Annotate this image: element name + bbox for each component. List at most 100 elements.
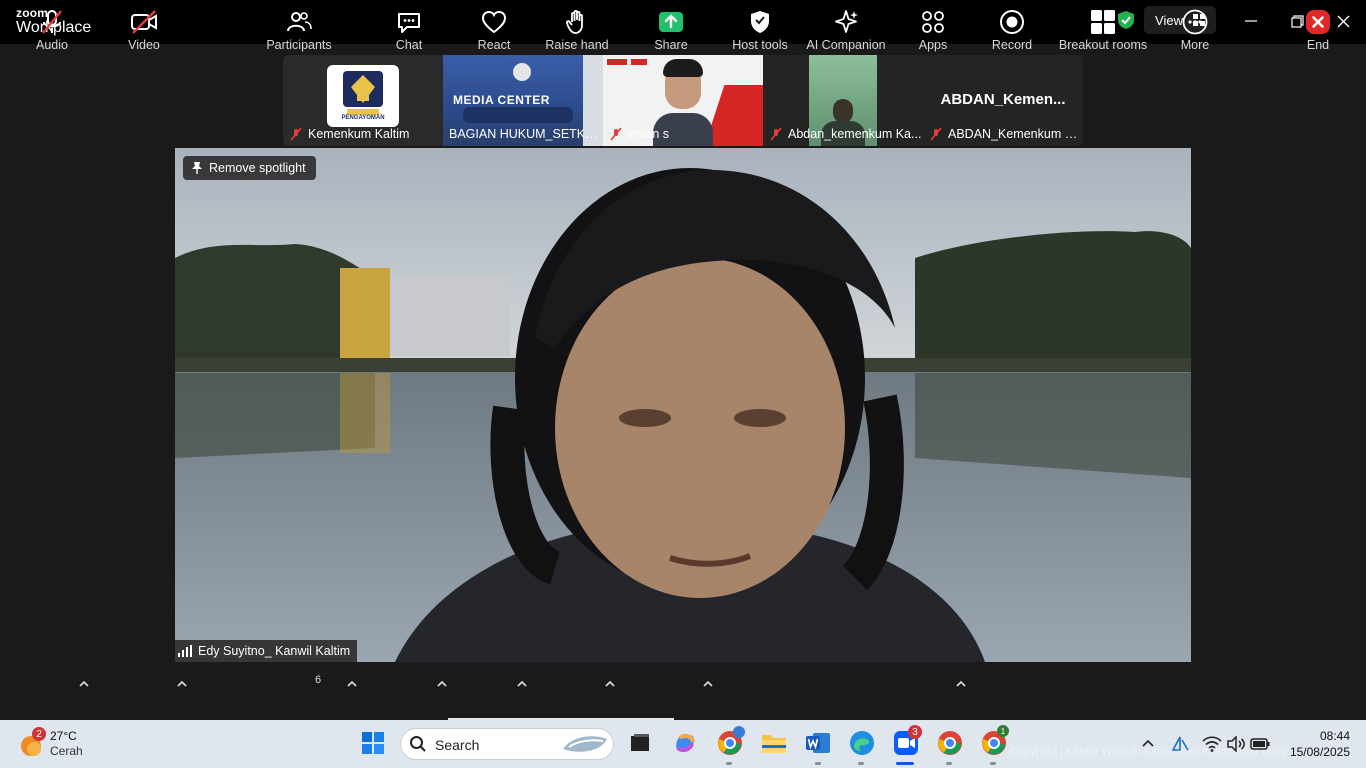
thumb-name: ABDAN_Kemenkum K...: [948, 127, 1083, 141]
spotlight-video[interactable]: Remove spotlight Edy Suyitno_ Kanwil Kal…: [175, 148, 1191, 662]
chrome-profile-badge: [733, 726, 745, 738]
ai-sparkle-icon: [835, 10, 858, 33]
search-placeholder: Search: [435, 737, 480, 753]
breakout-label: Breakout rooms: [1058, 38, 1148, 52]
video-button[interactable]: Video: [126, 8, 162, 52]
video-off-name: ABDAN_Kemen...: [940, 91, 1066, 108]
share-button[interactable]: Share: [652, 8, 690, 52]
end-meeting-button[interactable]: End: [1300, 8, 1336, 52]
meeting-toolbar: [0, 662, 1366, 720]
ministry-logo: PENGAYOMAN: [327, 65, 399, 127]
participants-label: Participants: [266, 38, 332, 52]
host-tools-label: Host tools: [732, 38, 788, 52]
thumb-label: Kemenkum Kaltim: [283, 122, 443, 146]
share-options-caret-icon[interactable]: [702, 678, 714, 690]
ai-companion-button[interactable]: AI Companion: [806, 8, 886, 52]
video-off-icon: [131, 10, 157, 34]
chat-button[interactable]: Chat: [390, 8, 428, 52]
ai-companion-label: AI Companion: [806, 38, 886, 52]
participants-button[interactable]: Participants: [264, 8, 334, 52]
running-indicator: [990, 762, 996, 765]
breakout-rooms-button[interactable]: Breakout rooms: [1058, 8, 1148, 52]
muted-mic-icon: [610, 127, 622, 141]
thumb-name: Kemenkum Kaltim: [308, 127, 410, 141]
mic-muted-icon: [42, 10, 62, 34]
edge-button[interactable]: [847, 728, 877, 758]
search-highlight-icon: [563, 736, 607, 752]
spotlight-name-tag: Edy Suyitno_ Kanwil Kaltim: [175, 640, 358, 662]
chrome-icon: [938, 731, 962, 755]
chrome-button[interactable]: [935, 728, 965, 758]
windows-taskbar: 2 27°C Cerah Search 3 1 Copyright | Kant…: [0, 720, 1366, 768]
edge-icon: [850, 731, 874, 755]
battery-icon[interactable]: [1250, 737, 1270, 751]
clock-date: 15/08/2025: [1289, 745, 1350, 759]
word-button[interactable]: [803, 728, 833, 758]
record-button[interactable]: Record: [990, 8, 1034, 52]
video-options-caret-icon[interactable]: [176, 678, 188, 690]
clock-time: 08:44: [1319, 729, 1350, 743]
system-clock[interactable]: 08:44 15/08/2025: [1286, 728, 1350, 760]
thumb-name: Abdan_kemenkum Ka...: [788, 127, 922, 141]
react-options-caret-icon[interactable]: [516, 678, 528, 690]
chat-label: Chat: [395, 38, 423, 52]
taskbar-search[interactable]: Search: [400, 728, 614, 760]
chrome-second-button[interactable]: 1: [979, 725, 1009, 758]
chevron-up-icon[interactable]: [1141, 737, 1155, 751]
start-button[interactable]: [358, 728, 388, 758]
end-icon: [1306, 10, 1330, 34]
breakout-rooms-icon: [1091, 10, 1115, 34]
windows-logo-icon: [362, 732, 384, 754]
audio-options-caret-icon[interactable]: [78, 678, 90, 690]
react-button[interactable]: React: [474, 8, 514, 52]
audio-label: Audio: [36, 38, 68, 52]
folder-icon: [762, 735, 786, 753]
signal-strength-icon: [178, 645, 192, 657]
volume-icon[interactable]: [1226, 736, 1246, 752]
participant-thumbnail[interactable]: PENGAYOMAN Kemenkum Kaltim: [283, 55, 443, 146]
file-explorer-button[interactable]: [759, 728, 789, 758]
muted-mic-icon: [930, 127, 942, 141]
participants-options-caret-icon[interactable]: [346, 678, 358, 690]
minimize-button[interactable]: [1238, 9, 1264, 33]
heart-icon: [481, 10, 507, 34]
wifi-icon[interactable]: [1202, 736, 1222, 752]
copilot-button[interactable]: [670, 728, 700, 758]
raise-hand-options-caret-icon[interactable]: [604, 678, 616, 690]
weather-condition: Cerah: [50, 744, 83, 758]
participant-thumbnail[interactable]: MEDIA CENTER BAGIAN HUKUM_SETKA...: [443, 55, 603, 146]
share-screen-icon: [659, 12, 683, 32]
host-tools-button[interactable]: Host tools: [730, 8, 790, 52]
apps-label: Apps: [918, 38, 948, 52]
task-view-icon: [631, 734, 649, 751]
running-indicator: [858, 762, 864, 765]
raise-hand-button[interactable]: Raise hand: [545, 8, 609, 52]
location-icon[interactable]: [1170, 735, 1190, 753]
host-shield-icon: [751, 11, 769, 33]
zoom-taskbar-button[interactable]: 3: [891, 725, 922, 758]
react-label: React: [477, 38, 511, 52]
task-view-button[interactable]: [625, 728, 655, 758]
weather-widget[interactable]: 2 27°C Cerah: [18, 727, 108, 761]
spotlight-name: Edy Suyitno_ Kanwil Kaltim: [198, 644, 351, 658]
zoom-badge: 3: [908, 725, 922, 739]
remove-spotlight-button[interactable]: Remove spotlight: [183, 156, 316, 180]
media-center-banner: MEDIA CENTER: [453, 93, 550, 107]
end-label: End: [1306, 38, 1330, 52]
audio-button[interactable]: Audio: [34, 8, 70, 52]
apps-options-caret-icon[interactable]: [955, 678, 967, 690]
more-dots-icon: [1182, 9, 1208, 35]
participant-thumbnail[interactable]: ervan s: [603, 55, 763, 146]
muted-mic-icon: [290, 127, 302, 141]
thumb-label: ABDAN_Kemenkum K...: [923, 122, 1083, 146]
apps-button[interactable]: Apps: [914, 8, 952, 52]
record-icon: [1000, 10, 1024, 34]
running-indicator: [815, 762, 821, 765]
participants-icon: [287, 12, 312, 32]
participant-thumbnail[interactable]: ABDAN_Kemen... ABDAN_Kemenkum K...: [923, 55, 1083, 146]
chrome-profile-button[interactable]: [715, 726, 745, 758]
more-button[interactable]: More: [1174, 8, 1216, 52]
thumb-label: BAGIAN HUKUM_SETKA...: [443, 122, 603, 146]
participant-thumbnail[interactable]: Abdan_kemenkum Ka...: [763, 55, 923, 146]
chat-options-caret-icon[interactable]: [436, 678, 448, 690]
